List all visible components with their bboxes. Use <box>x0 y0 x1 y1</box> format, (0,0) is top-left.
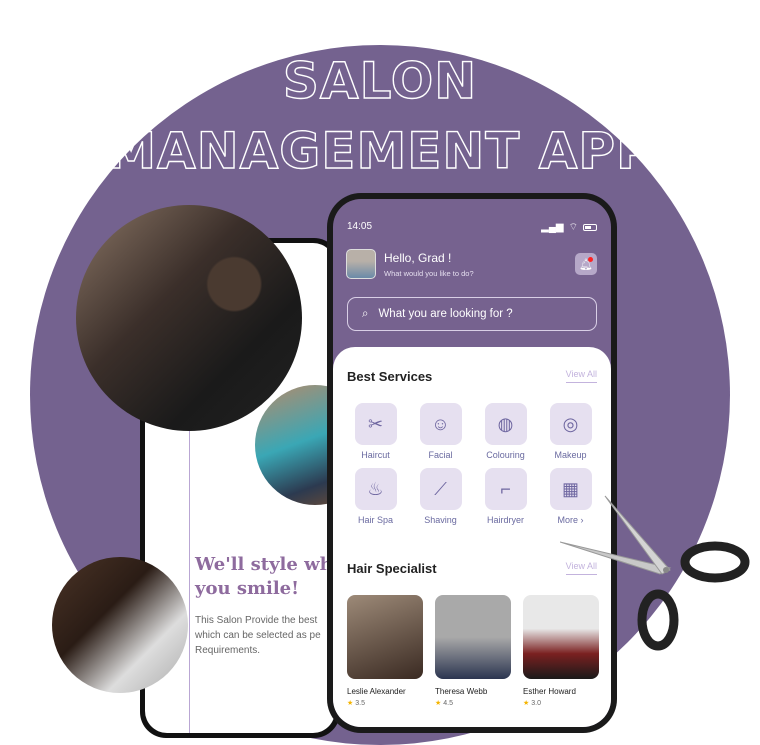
onboarding-heading: We'll style while you smile! <box>195 553 335 601</box>
specialist-rating: ★ 3.0 <box>523 699 599 707</box>
service-colouring[interactable]: ◍ Colouring <box>473 403 538 460</box>
specialist-photo <box>435 595 511 679</box>
razor-icon: ⟋ <box>419 468 462 510</box>
facial-icon: ☺ <box>419 403 462 445</box>
rating-value: 3.5 <box>355 700 365 707</box>
service-label: Hairdryer <box>486 515 524 525</box>
best-services-title: Best Services <box>347 369 433 384</box>
heading-line-1: We'll style while <box>195 554 335 575</box>
hairdryer-icon: ⌐ <box>484 468 527 510</box>
specialist-card[interactable]: Theresa Webb ★ 4.5 <box>435 595 511 707</box>
service-label: Haircut <box>361 450 390 460</box>
greeting-subtitle: What would you like to do? <box>384 269 474 278</box>
service-hair-spa[interactable]: ♨ Hair Spa <box>343 468 408 525</box>
service-label: Makeup <box>554 450 587 460</box>
body-line-3: Requirements. <box>195 645 261 656</box>
specialist-name: Esther Howard <box>523 687 576 696</box>
rating-value: 4.5 <box>443 700 453 707</box>
rating-value: 3.0 <box>531 700 541 707</box>
star-icon: ★ <box>347 700 354 707</box>
onboarding-body: This Salon Provide the best which can be … <box>195 613 321 658</box>
specialist-rating: ★ 4.5 <box>435 699 511 707</box>
star-icon: ★ <box>435 700 442 707</box>
body-line-2: which can be selected as pe <box>195 630 321 641</box>
specialist-rating: ★ 3.5 <box>347 699 423 707</box>
service-haircut[interactable]: ✂ Haircut <box>343 403 408 460</box>
search-icon: ⌕ <box>362 307 369 320</box>
notification-button[interactable]: 🔔︎ <box>575 253 597 275</box>
scissors-icon: ✂ <box>354 403 397 445</box>
specialist-name: Theresa Webb <box>435 687 488 696</box>
service-makeup[interactable]: ◎ Makeup <box>538 403 603 460</box>
service-facial[interactable]: ☺ Facial <box>408 403 473 460</box>
colouring-icon: ◍ <box>484 403 527 445</box>
services-view-all-link[interactable]: View All <box>565 369 597 383</box>
hair-spa-icon: ♨ <box>354 468 397 510</box>
signal-icon: ▂▄▆ <box>541 222 564 233</box>
specialist-photo <box>347 595 423 679</box>
wifi-icon: ⌔ <box>568 222 578 233</box>
search-placeholder: What you are looking for ? <box>378 308 513 320</box>
scissors-illustration <box>560 495 750 651</box>
greeting: Hello, Grad ! <box>384 251 452 265</box>
avatar[interactable] <box>346 249 376 279</box>
notification-dot <box>588 257 593 262</box>
star-icon: ★ <box>523 700 530 707</box>
hair-specialist-title: Hair Specialist <box>347 561 437 576</box>
hairwash-photo <box>52 557 188 693</box>
service-label: Hair Spa <box>357 515 393 525</box>
specialist-card[interactable]: Leslie Alexander ★ 3.5 <box>347 595 423 707</box>
battery-icon <box>583 224 597 231</box>
barber-photo <box>76 205 302 431</box>
headline-management-app: MANAGEMENT APP <box>106 121 654 180</box>
service-label: Colouring <box>486 450 525 460</box>
service-shaving[interactable]: ⟋ Shaving <box>408 468 473 525</box>
service-hairdryer[interactable]: ⌐ Hairdryer <box>473 468 538 525</box>
service-label: Facial <box>428 450 453 460</box>
status-time: 14:05 <box>347 221 373 232</box>
search-input[interactable]: ⌕ What you are looking for ? <box>347 297 597 331</box>
body-line-1: This Salon Provide the best <box>195 615 318 626</box>
status-bar: 14:05 ▂▄▆ ⌔ <box>347 221 597 234</box>
service-label: Shaving <box>424 515 457 525</box>
heading-line-2: you smile! <box>195 578 300 599</box>
makeup-icon: ◎ <box>549 403 592 445</box>
headline-salon: SALON <box>282 51 478 110</box>
specialist-name: Leslie Alexander <box>347 687 406 696</box>
